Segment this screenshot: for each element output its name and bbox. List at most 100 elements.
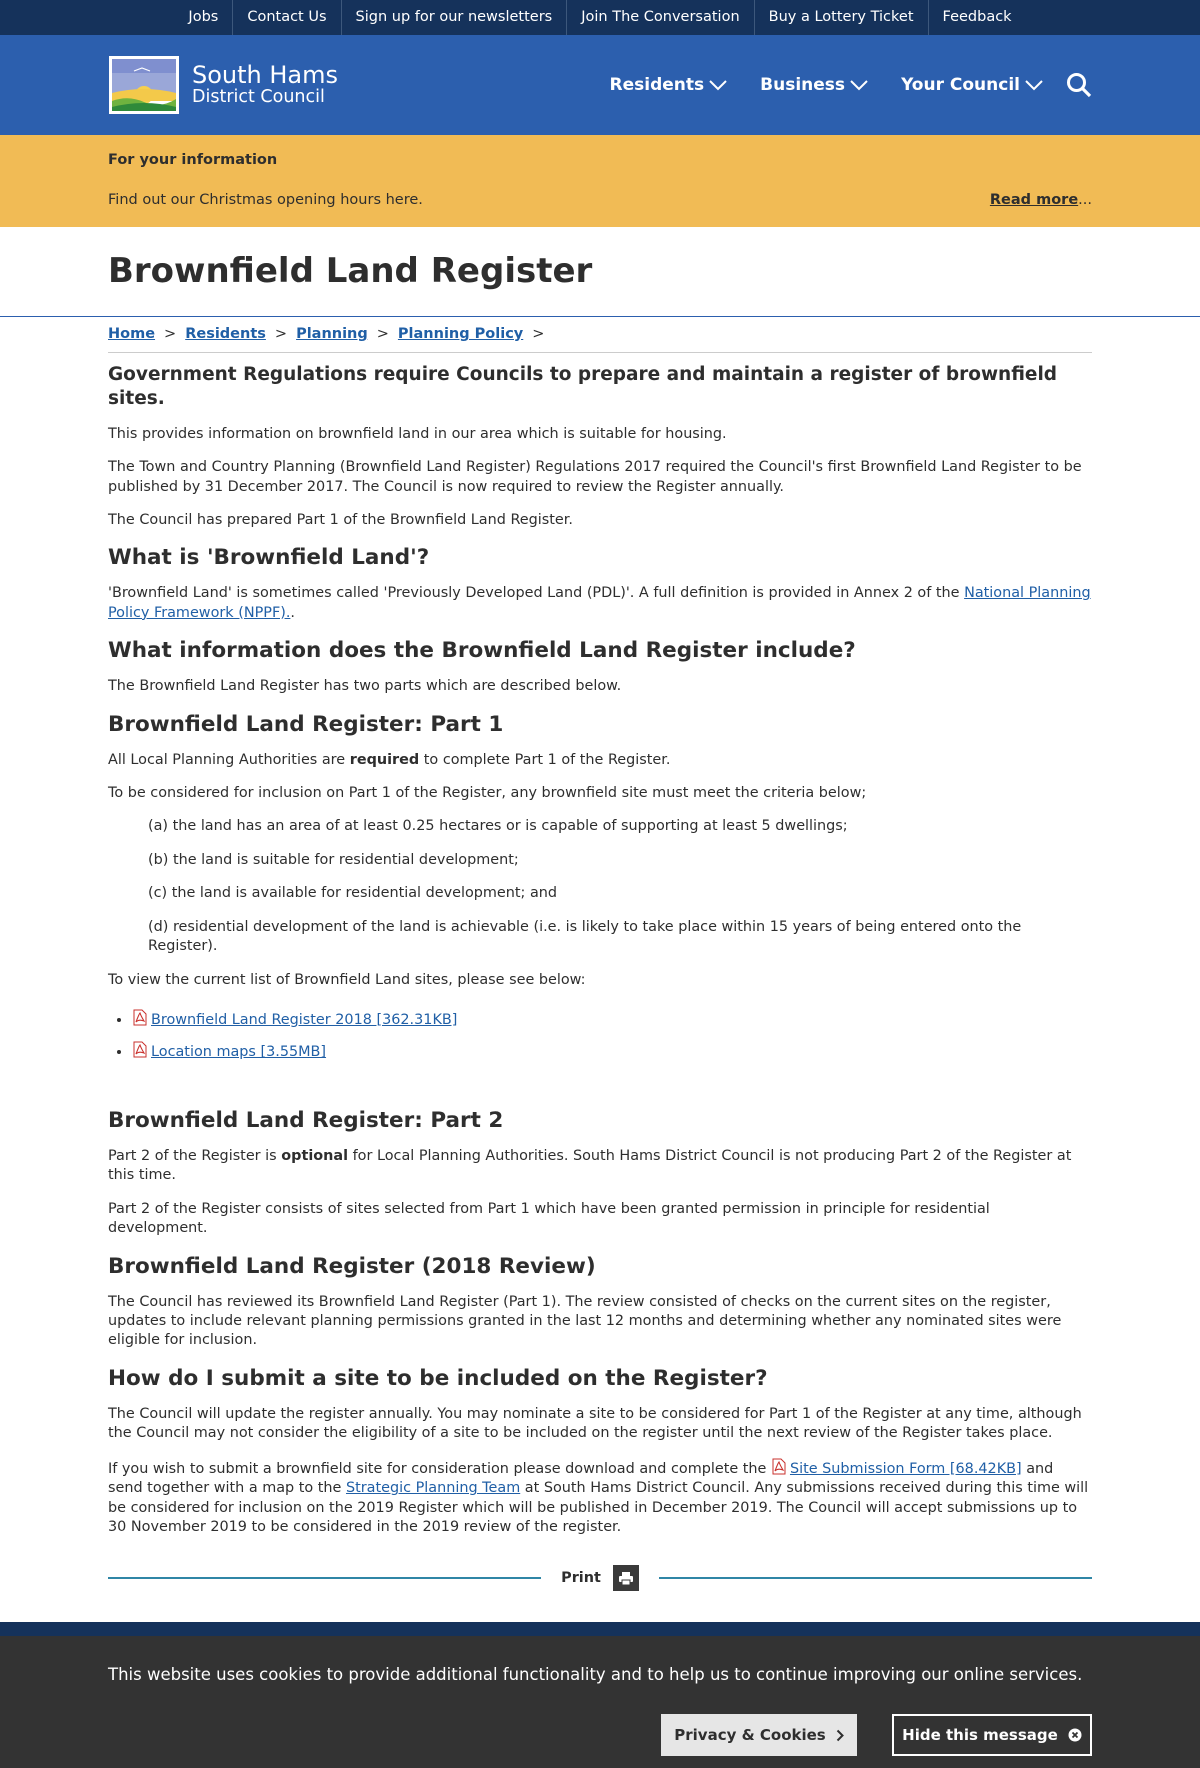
part1-paragraph-1: All Local Planning Authorities are requi… <box>108 751 1092 770</box>
site-header: South Hams District Council Residents Bu… <box>0 35 1200 135</box>
chevron-down-icon <box>709 80 727 91</box>
utility-link-lottery[interactable]: Buy a Lottery Ticket <box>753 0 928 35</box>
footer-strip <box>0 1622 1200 1636</box>
criteria-item: (b) the land is suitable for residential… <box>148 851 519 868</box>
utility-link-newsletters[interactable]: Sign up for our newsletters <box>340 0 567 35</box>
utility-bar: Jobs Contact Us Sign up for our newslett… <box>0 0 1200 35</box>
location-maps-link[interactable]: Location maps [3.55MB] <box>151 1044 326 1060</box>
view-list-text: To view the current list of Brownfield L… <box>108 971 586 988</box>
utility-link-contact[interactable]: Contact Us <box>232 0 340 35</box>
what-is-paragraph: 'Brownfield Land' is sometimes called 'P… <box>108 584 1092 623</box>
breadcrumb-residents[interactable]: Residents <box>185 326 266 342</box>
info-banner: For your information Find out our Christ… <box>0 135 1200 227</box>
privacy-cookies-button[interactable]: Privacy & Cookies <box>661 1714 857 1757</box>
main-content: Government Regulations require Councils … <box>108 353 1093 1592</box>
breadcrumb-separator: > <box>164 326 177 342</box>
page-title: Brownfield Land Register <box>108 251 593 291</box>
divider <box>658 1577 1093 1580</box>
cookie-actions: Privacy & Cookies Hide this message <box>108 1714 1092 1757</box>
part2-paragraph-2: Part 2 of the Register consists of sites… <box>108 1200 990 1237</box>
breadcrumb-separator: > <box>532 326 545 342</box>
print-label[interactable]: Print <box>561 1569 601 1588</box>
title-bar: Brownfield Land Register <box>0 227 1200 317</box>
printer-icon <box>618 1571 633 1585</box>
chevron-down-icon <box>1025 80 1043 91</box>
list-item: Location maps [3.55MB] <box>132 1038 1092 1070</box>
site-submission-form-link[interactable]: Site Submission Form [68.42KB] <box>790 1461 1022 1477</box>
review-heading: Brownfield Land Register (2018 Review) <box>108 1253 596 1279</box>
submit-heading: How do I submit a site to be included on… <box>108 1365 768 1391</box>
intro-paragraph-2: The Town and Country Planning (Brownfiel… <box>108 459 1082 495</box>
chevron-down-icon <box>850 80 868 91</box>
cookie-banner: This website uses cookies to provide add… <box>0 1636 1200 1768</box>
pdf-icon <box>133 1041 147 1058</box>
part1-p1-after: to complete Part 1 of the Register. <box>419 751 671 768</box>
breadcrumb-home[interactable]: Home <box>108 326 155 342</box>
logo-line1: South Hams <box>192 61 339 90</box>
chevron-right-icon <box>836 1729 844 1741</box>
breadcrumb-planning-policy[interactable]: Planning Policy <box>398 326 523 342</box>
site-logo[interactable]: South Hams District Council <box>108 55 338 115</box>
part1-p1-bold: required <box>349 751 420 768</box>
pdf-icon <box>772 1458 786 1475</box>
nav-your-council[interactable]: Your Council <box>901 74 1044 97</box>
intro-heading: Government Regulations require Councils … <box>108 363 1058 409</box>
what-info-heading: What information does the Brownfield Lan… <box>108 638 856 664</box>
breadcrumb-separator: > <box>274 326 288 342</box>
utility-links: Jobs Contact Us Sign up for our newslett… <box>0 0 1200 35</box>
print-row: Print <box>108 1565 1093 1592</box>
banner-ellipsis: ... <box>1078 191 1092 208</box>
what-is-text: 'Brownfield Land' is sometimes called 'P… <box>108 585 965 602</box>
banner-text: Find out our Christmas opening hours her… <box>108 191 423 208</box>
submit-paragraph-1: The Council will update the register ann… <box>108 1405 1082 1442</box>
submit-p2-a: If you wish to submit a brownfield site … <box>108 1460 771 1477</box>
list-item: Brownfield Land Register 2018 [362.31KB] <box>132 1006 1092 1038</box>
part2-paragraph-1: Part 2 of the Register is optional for L… <box>108 1147 1092 1186</box>
submit-paragraph-2: If you wish to submit a brownfield site … <box>108 1458 1092 1538</box>
what-is-heading: What is 'Brownfield Land'? <box>108 545 430 571</box>
what-is-after: . <box>290 604 295 621</box>
brownfield-register-2018-link[interactable]: Brownfield Land Register 2018 [362.31KB] <box>151 1012 457 1028</box>
part1-paragraph-2: To be considered for inclusion on Part 1… <box>108 784 867 801</box>
nav-business[interactable]: Business <box>760 74 869 97</box>
print-button[interactable] <box>612 1565 639 1592</box>
breadcrumb: Home > Residents > Planning > Planning Policy > <box>108 317 1092 353</box>
part1-p1-before: All Local Planning Authorities are <box>108 751 350 768</box>
logo-mark-icon <box>109 56 179 114</box>
close-circle-icon <box>1068 1728 1082 1742</box>
divider <box>108 1577 542 1580</box>
breadcrumb-planning[interactable]: Planning <box>296 326 368 342</box>
utility-link-jobs[interactable]: Jobs <box>174 0 232 35</box>
privacy-cookies-label: Privacy & Cookies <box>674 1726 826 1745</box>
what-info-paragraph: The Brownfield Land Register has two par… <box>108 678 622 695</box>
nav-business-label: Business <box>760 74 846 95</box>
utility-link-conversation[interactable]: Join The Conversation <box>566 0 753 35</box>
review-paragraph: The Council has reviewed its Brownfield … <box>108 1293 1062 1349</box>
banner-title: For your information <box>108 152 278 168</box>
criteria-item: (d) residential development of the land … <box>148 918 1022 955</box>
part1-heading: Brownfield Land Register: Part 1 <box>108 711 504 737</box>
logo-text: South Hams District Council <box>192 63 338 107</box>
hide-message-button[interactable]: Hide this message <box>892 1714 1092 1757</box>
cookie-message: This website uses cookies to provide add… <box>108 1665 1083 1684</box>
download-list: Brownfield Land Register 2018 [362.31KB]… <box>108 1006 1092 1071</box>
logo-line2: District Council <box>192 87 325 108</box>
breadcrumb-separator: > <box>376 326 389 342</box>
nav-council-label: Your Council <box>901 74 1020 95</box>
intro-paragraph-3: The Council has prepared Part 1 of the B… <box>108 511 573 528</box>
criteria-item: (c) the land is available for residentia… <box>148 885 558 902</box>
criteria-list: (a) the land has an area of at least 0.2… <box>148 817 1092 956</box>
search-button[interactable] <box>1066 72 1092 98</box>
criteria-item: (a) the land has an area of at least 0.2… <box>148 818 848 835</box>
part2-p1-before: Part 2 of the Register is <box>108 1147 282 1164</box>
part2-p1-bold: optional <box>281 1147 349 1164</box>
main-nav: Residents Business Your Council <box>578 72 1092 98</box>
strategic-planning-team-link[interactable]: Strategic Planning Team <box>346 1480 520 1496</box>
nav-residents[interactable]: Residents <box>610 74 729 97</box>
banner-read-more-link[interactable]: Read more <box>990 192 1078 208</box>
part2-heading: Brownfield Land Register: Part 2 <box>108 1107 504 1133</box>
nav-residents-label: Residents <box>609 74 705 95</box>
utility-link-feedback[interactable]: Feedback <box>927 0 1026 35</box>
intro-paragraph-1: This provides information on brownfield … <box>108 425 727 442</box>
hide-message-label: Hide this message <box>902 1726 1058 1745</box>
